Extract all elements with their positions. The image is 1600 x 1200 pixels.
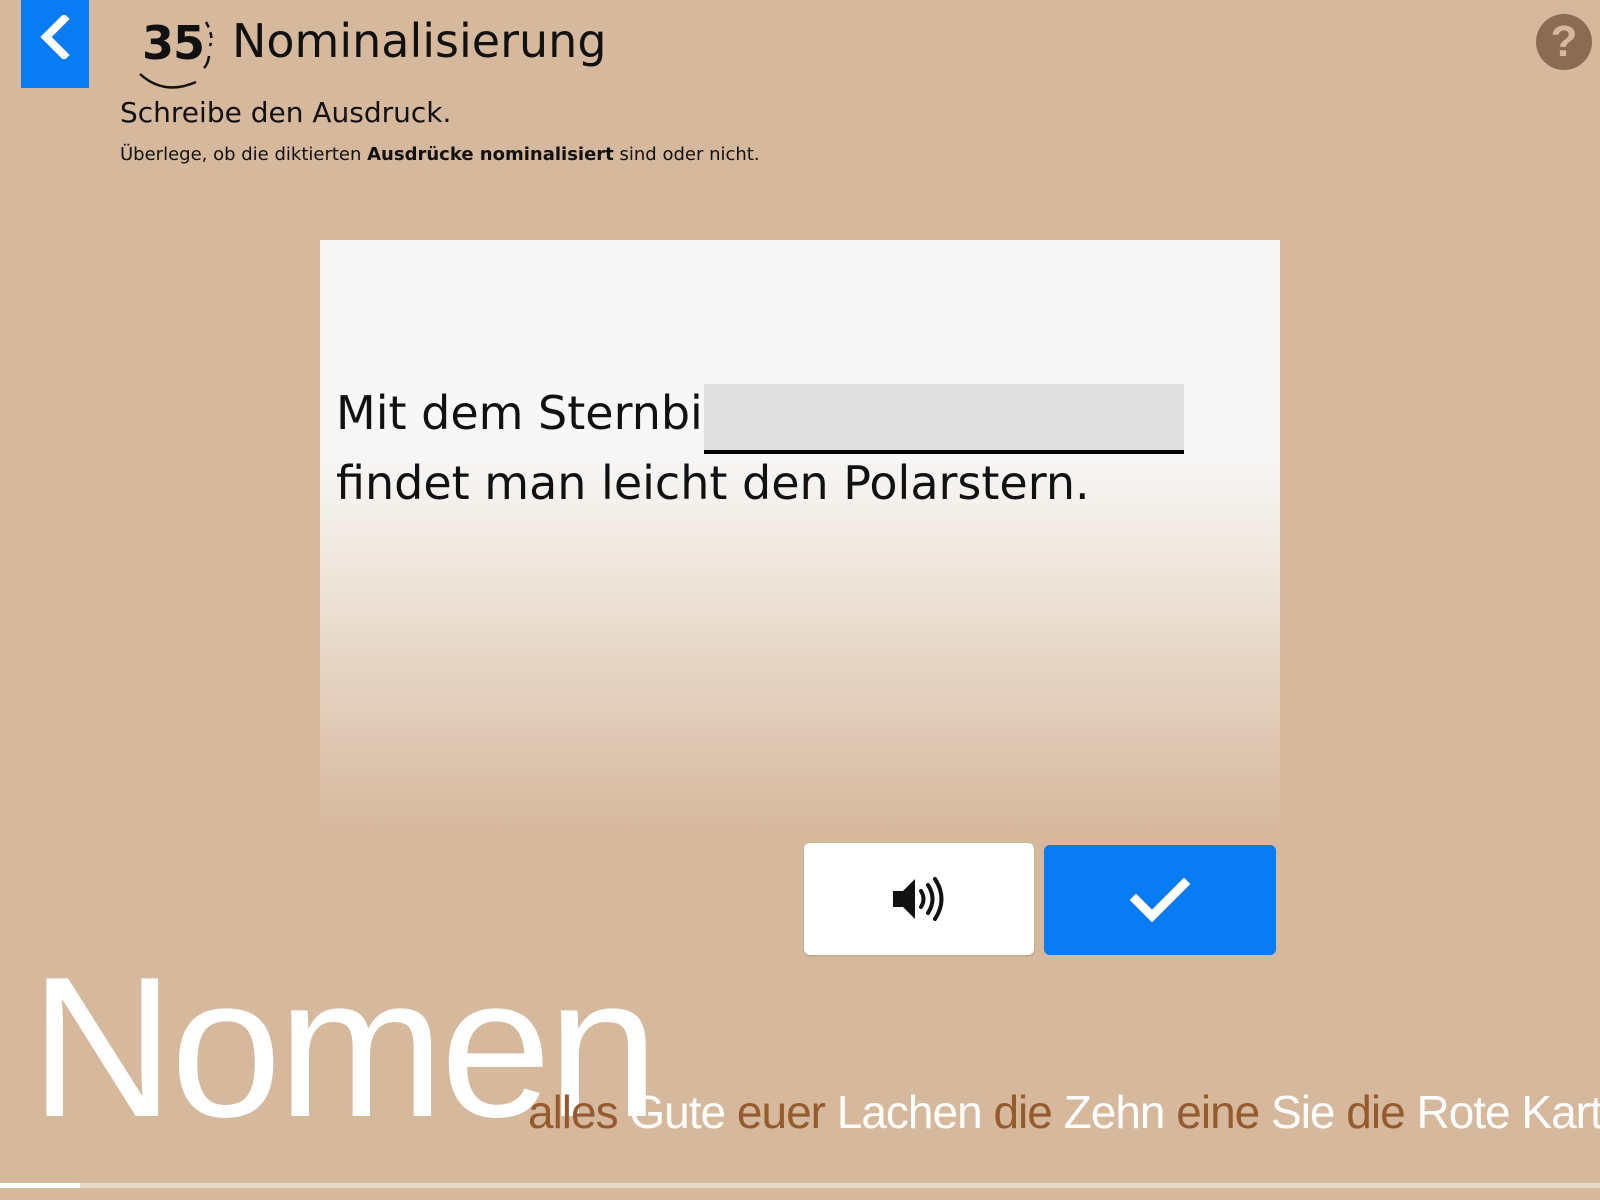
- instruction-text: Schreibe den Ausdruck.: [120, 96, 452, 129]
- sentence-after: findet man leicht den Polarstern.: [336, 456, 1090, 510]
- checkmark-icon: [1130, 877, 1190, 923]
- ticker-word: Rote Karte: [1416, 1086, 1600, 1138]
- ticker-word: Zehn: [1063, 1086, 1166, 1138]
- ticker-word: eine: [1176, 1086, 1260, 1138]
- exercise-card: [320, 240, 1280, 830]
- check-answer-button[interactable]: [1044, 845, 1276, 955]
- app-root: 35 Nominalisierung Schreibe den Ausdruck…: [0, 0, 1600, 1200]
- exercise-number-badge: 35: [134, 12, 214, 90]
- back-button[interactable]: [21, 0, 89, 88]
- ticker-word: alles: [528, 1086, 619, 1138]
- hint-text: Überlege, ob die diktierten Ausdrücke no…: [120, 144, 760, 165]
- play-audio-button[interactable]: [804, 843, 1034, 955]
- example-ticker: alles Gute euer Lachen die Zehn eine Sie…: [528, 1085, 1600, 1139]
- chevron-left-icon: [40, 15, 70, 59]
- exercise-number: 35: [142, 16, 205, 70]
- ticker-word: euer: [736, 1086, 826, 1138]
- page-title: Nominalisierung: [232, 14, 607, 68]
- answer-input[interactable]: [704, 384, 1184, 454]
- progress-bar: [0, 1183, 1600, 1188]
- ticker-word: Sie: [1271, 1086, 1335, 1138]
- help-button[interactable]: ?: [1536, 14, 1592, 70]
- ticker-word: Gute: [629, 1086, 726, 1138]
- hint-bold: Ausdrücke nominalisiert: [367, 144, 614, 165]
- ticker-word: die: [993, 1086, 1052, 1138]
- ticker-word: die: [1346, 1086, 1405, 1138]
- sentence-before: Mit dem Sternbild: [336, 386, 745, 440]
- progress-fill: [0, 1183, 80, 1188]
- question-mark-icon: ?: [1550, 17, 1578, 66]
- hint-suffix: sind oder nicht.: [613, 144, 760, 165]
- ticker-word: Lachen: [836, 1086, 983, 1138]
- hint-prefix: Überlege, ob die diktierten: [120, 144, 368, 165]
- speaker-icon: [893, 877, 944, 921]
